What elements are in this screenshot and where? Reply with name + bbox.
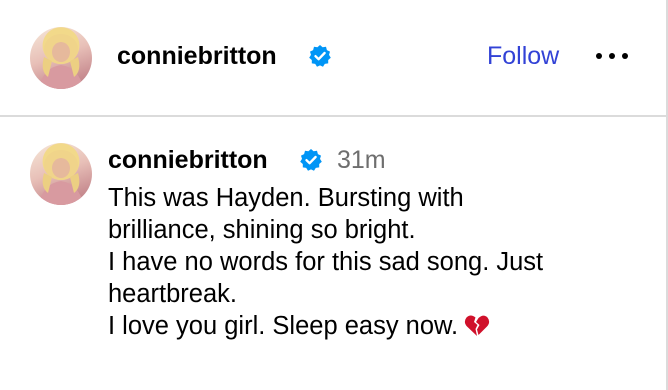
caption-line: I have no words for this sad song. Just xyxy=(108,248,544,276)
caption-username[interactable]: conniebritton xyxy=(108,145,268,175)
caption-text: This was Hayden. Bursting with brillianc… xyxy=(108,182,648,342)
post-header: conniebritton Follow xyxy=(0,0,666,115)
avatar[interactable] xyxy=(30,27,92,89)
verified-badge-icon xyxy=(309,45,331,67)
post-page: conniebritton Follow conniebritton 31m T… xyxy=(0,0,668,390)
header-divider xyxy=(0,115,666,117)
post-timestamp[interactable]: 31m xyxy=(337,145,386,175)
caption-line: This was Hayden. Bursting with xyxy=(108,184,464,212)
caption-line: brilliance, shining so bright. xyxy=(108,216,416,244)
caption-line: I love you girl. Sleep easy now. xyxy=(108,312,459,340)
follow-button[interactable]: Follow xyxy=(487,41,559,71)
caption-verified-badge-icon xyxy=(300,149,322,171)
broken-heart-icon xyxy=(464,315,490,336)
header-username[interactable]: conniebritton xyxy=(117,41,277,71)
caption-last-line: I love you girl. Sleep easy now. xyxy=(108,310,648,342)
more-options-icon[interactable] xyxy=(594,50,630,62)
caption-avatar[interactable] xyxy=(30,143,92,205)
caption-line: heartbreak. xyxy=(108,280,237,308)
